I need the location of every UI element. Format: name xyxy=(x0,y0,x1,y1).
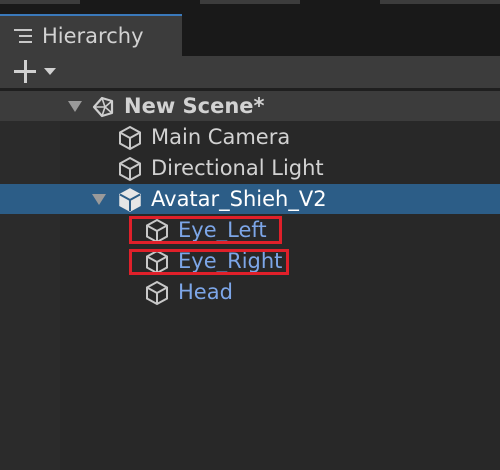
tree-item-label: Head xyxy=(178,280,233,304)
tree-item-label: Main Camera xyxy=(151,125,291,149)
tree-item-main-camera[interactable]: Main Camera xyxy=(0,122,500,152)
caret-down-icon xyxy=(44,68,56,75)
tab-bar: Hierarchy xyxy=(0,14,500,56)
create-button[interactable] xyxy=(12,58,62,86)
tree-item-label: Directional Light xyxy=(151,156,324,180)
tab-title: Hierarchy xyxy=(42,24,144,48)
highlight-box-eye-right xyxy=(129,249,289,275)
prefab-cube-icon xyxy=(119,188,141,212)
hierarchy-window: Hierarchy New Scene* Main Camera Directi… xyxy=(0,0,500,470)
top-strip xyxy=(0,0,500,14)
tab-hierarchy[interactable]: Hierarchy xyxy=(0,14,182,56)
hierarchy-toolbar xyxy=(0,56,500,88)
foldout-expanded-icon[interactable] xyxy=(92,194,106,205)
tree-item-label: Avatar_Shieh_V2 xyxy=(151,187,327,211)
foldout-expanded-icon[interactable] xyxy=(68,101,82,112)
gameobject-cube-icon xyxy=(146,280,168,306)
gameobject-cube-icon xyxy=(119,125,141,151)
tree-item-head[interactable]: Head xyxy=(0,277,500,307)
gameobject-cube-icon xyxy=(119,156,141,182)
tree-item-directional-light[interactable]: Directional Light xyxy=(0,153,500,183)
hierarchy-tree: New Scene* Main Camera Directional Light xyxy=(0,91,500,470)
hierarchy-list-icon xyxy=(14,28,32,44)
unity-scene-icon xyxy=(92,96,114,118)
scene-row[interactable]: New Scene* xyxy=(0,91,500,121)
scene-name: New Scene* xyxy=(124,94,265,118)
tree-item-avatar-shieh-v2[interactable]: Avatar_Shieh_V2 xyxy=(0,184,500,214)
highlight-box-eye-left xyxy=(129,216,282,244)
